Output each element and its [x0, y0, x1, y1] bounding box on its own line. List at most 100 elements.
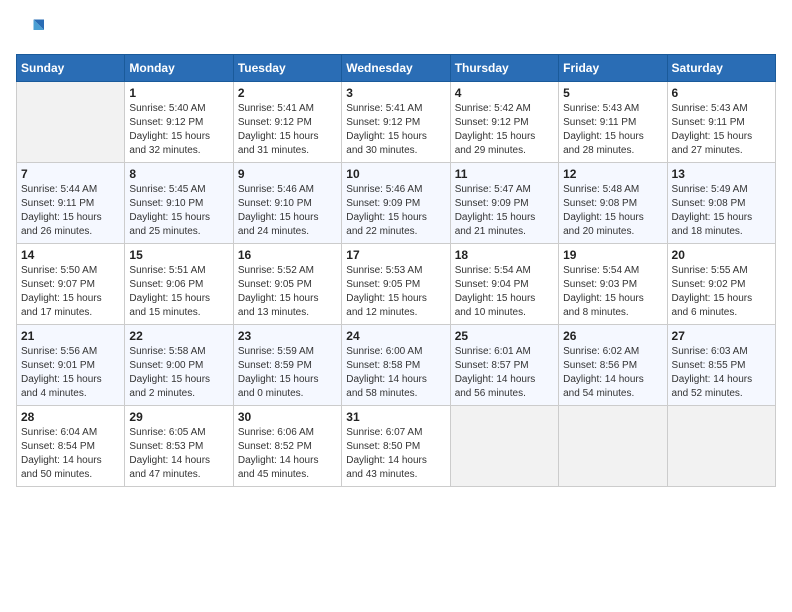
- day-info: Sunrise: 5:46 AM Sunset: 9:10 PM Dayligh…: [238, 183, 337, 239]
- calendar-cell: 26Sunrise: 6:02 AM Sunset: 8:56 PM Dayli…: [559, 325, 667, 406]
- day-number: 29: [129, 410, 228, 424]
- calendar-week-row: 7Sunrise: 5:44 AM Sunset: 9:11 PM Daylig…: [17, 163, 776, 244]
- day-number: 28: [21, 410, 120, 424]
- calendar-week-row: 28 Sunrise: 6:04 AM Sunset: 8:54 PM Dayli…: [17, 406, 776, 487]
- calendar-cell: 14Sunrise: 5:50 AM Sunset: 9:07 PM Dayli…: [17, 244, 125, 325]
- day-number: 6: [672, 86, 771, 100]
- calendar-cell: 23Sunrise: 5:59 AM Sunset: 8:59 PM Dayli…: [233, 325, 341, 406]
- weekday-header: Thursday: [450, 55, 558, 82]
- calendar-week-row: 21 Sunrise: 5:56 AM Sunset: 9:01 PM Dayli…: [17, 325, 776, 406]
- calendar-cell: 8 Sunrise: 5:45 AM Sunset: 9:10 PM Daylig…: [125, 163, 233, 244]
- day-info: Sunrise: 5:54 AM Sunset: 9:03 PM Dayligh…: [563, 264, 662, 320]
- calendar-cell: 2Sunrise: 5:41 AM Sunset: 9:12 PM Daylig…: [233, 82, 341, 163]
- day-number: 24: [346, 329, 445, 343]
- day-number: 11: [455, 167, 554, 181]
- day-number: 7: [21, 167, 120, 181]
- day-number: 17: [346, 248, 445, 262]
- day-info: Sunrise: 5:55 AM Sunset: 9:02 PM Dayligh…: [672, 264, 771, 320]
- day-number: 18: [455, 248, 554, 262]
- weekday-header: Monday: [125, 55, 233, 82]
- day-info: Sunrise: 5:45 AM Sunset: 9:10 PM Dayligh…: [129, 183, 228, 239]
- day-number: 10: [346, 167, 445, 181]
- day-info: Sunrise: 5:43 AM Sunset: 9:11 PM Dayligh…: [672, 102, 771, 158]
- day-number: 21: [21, 329, 120, 343]
- day-info: Sunrise: 5:54 AM Sunset: 9:04 PM Dayligh…: [455, 264, 554, 320]
- day-number: 8: [129, 167, 228, 181]
- calendar-cell: 30 Sunrise: 6:06 AM Sunset: 8:52 PM Dayli…: [233, 406, 341, 487]
- day-number: 4: [455, 86, 554, 100]
- calendar-cell: 5 Sunrise: 5:43 AM Sunset: 9:11 PM Daylig…: [559, 82, 667, 163]
- day-number: 19: [563, 248, 662, 262]
- calendar-cell: 24 Sunrise: 6:00 AM Sunset: 8:58 PM Dayli…: [342, 325, 450, 406]
- calendar-cell: 13Sunrise: 5:49 AM Sunset: 9:08 PM Dayli…: [667, 163, 775, 244]
- logo-icon: [16, 16, 44, 44]
- calendar-cell: 12 Sunrise: 5:48 AM Sunset: 9:08 PM Dayli…: [559, 163, 667, 244]
- weekday-header: Saturday: [667, 55, 775, 82]
- calendar-cell: 16Sunrise: 5:52 AM Sunset: 9:05 PM Dayli…: [233, 244, 341, 325]
- calendar-cell: 11 Sunrise: 5:47 AM Sunset: 9:09 PM Dayli…: [450, 163, 558, 244]
- day-number: 25: [455, 329, 554, 343]
- calendar-cell: 29 Sunrise: 6:05 AM Sunset: 8:53 PM Dayli…: [125, 406, 233, 487]
- calendar-cell: 4 Sunrise: 5:42 AM Sunset: 9:12 PM Daylig…: [450, 82, 558, 163]
- calendar-cell: 17 Sunrise: 5:53 AM Sunset: 9:05 PM Dayli…: [342, 244, 450, 325]
- day-number: 1: [129, 86, 228, 100]
- day-number: 13: [672, 167, 771, 181]
- day-info: Sunrise: 6:05 AM Sunset: 8:53 PM Dayligh…: [129, 426, 228, 482]
- day-info: Sunrise: 6:03 AM Sunset: 8:55 PM Dayligh…: [672, 345, 771, 401]
- day-info: Sunrise: 5:47 AM Sunset: 9:09 PM Dayligh…: [455, 183, 554, 239]
- calendar-cell: 15Sunrise: 5:51 AM Sunset: 9:06 PM Dayli…: [125, 244, 233, 325]
- day-number: 12: [563, 167, 662, 181]
- day-number: 5: [563, 86, 662, 100]
- day-info: Sunrise: 5:58 AM Sunset: 9:00 PM Dayligh…: [129, 345, 228, 401]
- calendar-cell: 27 Sunrise: 6:03 AM Sunset: 8:55 PM Dayli…: [667, 325, 775, 406]
- day-number: 16: [238, 248, 337, 262]
- day-number: 22: [129, 329, 228, 343]
- calendar-cell: 18 Sunrise: 5:54 AM Sunset: 9:04 PM Dayli…: [450, 244, 558, 325]
- day-info: Sunrise: 6:01 AM Sunset: 8:57 PM Dayligh…: [455, 345, 554, 401]
- calendar-cell: 10 Sunrise: 5:46 AM Sunset: 9:09 PM Dayli…: [342, 163, 450, 244]
- day-number: 31: [346, 410, 445, 424]
- day-info: Sunrise: 5:50 AM Sunset: 9:07 PM Dayligh…: [21, 264, 120, 320]
- weekday-header: Friday: [559, 55, 667, 82]
- day-info: Sunrise: 5:53 AM Sunset: 9:05 PM Dayligh…: [346, 264, 445, 320]
- weekday-header: Tuesday: [233, 55, 341, 82]
- day-number: 20: [672, 248, 771, 262]
- day-info: Sunrise: 5:42 AM Sunset: 9:12 PM Dayligh…: [455, 102, 554, 158]
- calendar-header: SundayMondayTuesdayWednesdayThursdayFrid…: [17, 55, 776, 82]
- day-info: Sunrise: 5:41 AM Sunset: 9:12 PM Dayligh…: [346, 102, 445, 158]
- day-number: 26: [563, 329, 662, 343]
- calendar-cell: 7Sunrise: 5:44 AM Sunset: 9:11 PM Daylig…: [17, 163, 125, 244]
- calendar-cell: 31Sunrise: 6:07 AM Sunset: 8:50 PM Dayli…: [342, 406, 450, 487]
- calendar-cell: 28 Sunrise: 6:04 AM Sunset: 8:54 PM Dayli…: [17, 406, 125, 487]
- calendar-cell: [667, 406, 775, 487]
- calendar-cell: [559, 406, 667, 487]
- calendar-cell: 21 Sunrise: 5:56 AM Sunset: 9:01 PM Dayli…: [17, 325, 125, 406]
- weekday-header: Wednesday: [342, 55, 450, 82]
- day-info: Sunrise: 5:56 AM Sunset: 9:01 PM Dayligh…: [21, 345, 120, 401]
- day-number: 27: [672, 329, 771, 343]
- day-info: Sunrise: 6:06 AM Sunset: 8:52 PM Dayligh…: [238, 426, 337, 482]
- calendar-cell: 3Sunrise: 5:41 AM Sunset: 9:12 PM Daylig…: [342, 82, 450, 163]
- weekday-row: SundayMondayTuesdayWednesdayThursdayFrid…: [17, 55, 776, 82]
- day-number: 9: [238, 167, 337, 181]
- calendar-cell: 6 Sunrise: 5:43 AM Sunset: 9:11 PM Daylig…: [667, 82, 775, 163]
- calendar-body: 1Sunrise: 5:40 AM Sunset: 9:12 PM Daylig…: [17, 82, 776, 487]
- day-info: Sunrise: 5:43 AM Sunset: 9:11 PM Dayligh…: [563, 102, 662, 158]
- day-info: Sunrise: 5:51 AM Sunset: 9:06 PM Dayligh…: [129, 264, 228, 320]
- day-info: Sunrise: 5:48 AM Sunset: 9:08 PM Dayligh…: [563, 183, 662, 239]
- calendar-cell: 9 Sunrise: 5:46 AM Sunset: 9:10 PM Daylig…: [233, 163, 341, 244]
- calendar-cell: 19 Sunrise: 5:54 AM Sunset: 9:03 PM Dayli…: [559, 244, 667, 325]
- day-info: Sunrise: 6:04 AM Sunset: 8:54 PM Dayligh…: [21, 426, 120, 482]
- calendar-cell: 25 Sunrise: 6:01 AM Sunset: 8:57 PM Dayli…: [450, 325, 558, 406]
- day-info: Sunrise: 5:46 AM Sunset: 9:09 PM Dayligh…: [346, 183, 445, 239]
- day-info: Sunrise: 6:00 AM Sunset: 8:58 PM Dayligh…: [346, 345, 445, 401]
- calendar-cell: 22 Sunrise: 5:58 AM Sunset: 9:00 PM Dayli…: [125, 325, 233, 406]
- calendar-cell: [17, 82, 125, 163]
- day-number: 23: [238, 329, 337, 343]
- calendar-table: SundayMondayTuesdayWednesdayThursdayFrid…: [16, 54, 776, 487]
- day-number: 2: [238, 86, 337, 100]
- calendar-cell: 20 Sunrise: 5:55 AM Sunset: 9:02 PM Dayli…: [667, 244, 775, 325]
- calendar-week-row: 1Sunrise: 5:40 AM Sunset: 9:12 PM Daylig…: [17, 82, 776, 163]
- day-number: 30: [238, 410, 337, 424]
- header: [16, 16, 776, 44]
